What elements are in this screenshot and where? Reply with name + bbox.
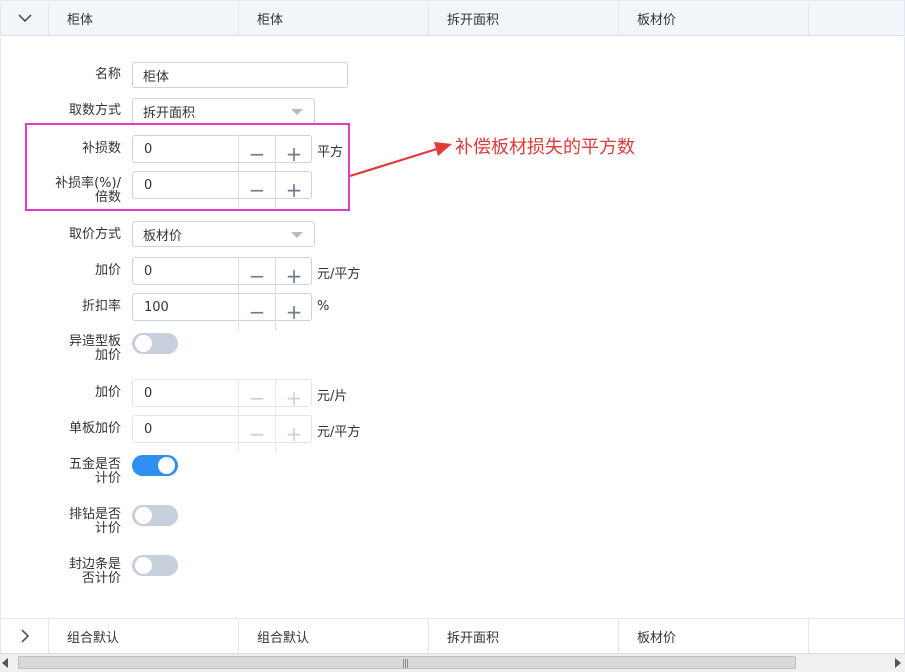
markup-label: 加价 xyxy=(94,263,121,278)
row-cell: 组合默认 xyxy=(239,619,429,653)
discount-label: 折扣率 xyxy=(81,299,121,314)
annotation-arrow-icon xyxy=(349,142,452,178)
name-label: 名称 xyxy=(94,67,121,82)
single-panel-markup-unit: 元/平方 xyxy=(317,425,361,440)
table-row[interactable]: 组合默认 组合默认 拆开面积 板材价 xyxy=(0,618,905,654)
header-cell: 拆开面积 xyxy=(429,1,619,35)
chevron-down-icon xyxy=(17,14,32,23)
name-input[interactable]: 柜体 xyxy=(132,62,348,88)
increment-button[interactable]: + xyxy=(275,257,312,294)
decrement-button[interactable]: − xyxy=(238,293,275,330)
markup-unit: 元/平方 xyxy=(317,267,361,282)
toggle-knob xyxy=(135,507,152,524)
calc-method-value: 拆开面积 xyxy=(143,105,196,121)
price-method-value: 板材价 xyxy=(143,228,183,244)
hardware-toggle[interactable] xyxy=(132,455,178,476)
discount-unit: % xyxy=(317,299,330,314)
minus-icon: − xyxy=(248,263,266,288)
decrement-button[interactable]: − xyxy=(238,379,275,416)
dropdown-caret-icon xyxy=(291,232,303,238)
table-header-row: 柜体 柜体 拆开面积 板材价 xyxy=(0,0,905,36)
drilling-toggle[interactable] xyxy=(132,505,178,526)
toggle-knob xyxy=(158,457,175,474)
calc-method-select[interactable]: 拆开面积 xyxy=(132,98,315,124)
price-method-select[interactable]: 板材价 xyxy=(132,221,315,247)
minus-icon: − xyxy=(248,385,266,410)
drilling-label-line2: 计价 xyxy=(94,521,121,536)
single-panel-markup-label: 单板加价 xyxy=(68,421,121,436)
edge-banding-label-line2: 否计价 xyxy=(81,571,121,586)
row-cell: 组合默认 xyxy=(49,619,239,653)
discount-value: 100 xyxy=(144,299,169,315)
grip-icon: ||| xyxy=(402,659,409,669)
row-cell: 板材价 xyxy=(619,619,809,653)
piece-markup-value: 0 xyxy=(144,385,153,401)
hardware-label: 五金是否 计价 xyxy=(41,458,121,486)
increment-button[interactable]: + xyxy=(275,415,312,452)
discount-stepper[interactable]: 100 − + xyxy=(132,293,312,330)
markup-value: 0 xyxy=(144,263,153,279)
scrollbar-thumb[interactable]: ||| xyxy=(18,656,796,669)
special-panel-label-line2: 加价 xyxy=(94,348,121,363)
drilling-label: 排钻是否 计价 xyxy=(41,508,121,536)
markup-stepper[interactable]: 0 − + xyxy=(132,257,312,294)
toggle-knob xyxy=(135,557,152,574)
scroll-left-icon[interactable] xyxy=(2,658,8,668)
expand-toggle[interactable] xyxy=(1,619,49,653)
row-cell: 拆开面积 xyxy=(429,619,619,653)
decrement-button[interactable]: − xyxy=(238,257,275,294)
special-panel-label: 异造型板 加价 xyxy=(41,335,121,363)
edge-banding-label: 封边条是 否计价 xyxy=(41,558,121,586)
piece-markup-stepper[interactable]: 0 − + xyxy=(132,379,312,416)
calc-method-label: 取数方式 xyxy=(68,103,121,118)
name-input-value: 柜体 xyxy=(143,69,170,85)
minus-icon: − xyxy=(248,299,266,324)
annotation-text: 补偿板材损失的平方数 xyxy=(455,137,635,158)
hardware-label-line2: 计价 xyxy=(94,471,121,486)
minus-icon: − xyxy=(248,421,266,446)
price-method-label: 取价方式 xyxy=(68,227,121,242)
chevron-right-icon xyxy=(20,629,29,643)
single-panel-markup-stepper[interactable]: 0 − + xyxy=(132,415,312,452)
collapse-toggle[interactable] xyxy=(1,1,49,35)
special-panel-toggle[interactable] xyxy=(132,333,178,354)
plus-icon: + xyxy=(285,421,303,446)
increment-button[interactable]: + xyxy=(275,379,312,416)
toggle-knob xyxy=(135,335,152,352)
increment-button[interactable]: + xyxy=(275,293,312,330)
header-cell-empty xyxy=(809,1,904,35)
edge-banding-toggle[interactable] xyxy=(132,555,178,576)
row-cell-empty xyxy=(809,619,904,653)
edge-banding-label-line1: 封边条是 xyxy=(68,557,121,572)
dropdown-caret-icon xyxy=(291,109,303,115)
plus-icon: + xyxy=(285,385,303,410)
hardware-label-line1: 五金是否 xyxy=(68,457,121,472)
header-cell: 柜体 xyxy=(239,1,429,35)
header-cell: 板材价 xyxy=(619,1,809,35)
special-panel-label-line1: 异造型板 xyxy=(68,334,121,349)
horizontal-scrollbar[interactable]: ||| xyxy=(0,653,905,672)
drilling-label-line1: 排钻是否 xyxy=(68,507,121,522)
annotation-highlight-box xyxy=(25,123,350,211)
single-panel-markup-value: 0 xyxy=(144,421,153,437)
plus-icon: + xyxy=(285,263,303,288)
header-cell: 柜体 xyxy=(49,1,239,35)
plus-icon: + xyxy=(285,299,303,324)
decrement-button[interactable]: − xyxy=(238,415,275,452)
scroll-right-icon[interactable] xyxy=(895,658,901,668)
piece-markup-label: 加价 xyxy=(94,385,121,400)
piece-markup-unit: 元/片 xyxy=(317,389,348,404)
